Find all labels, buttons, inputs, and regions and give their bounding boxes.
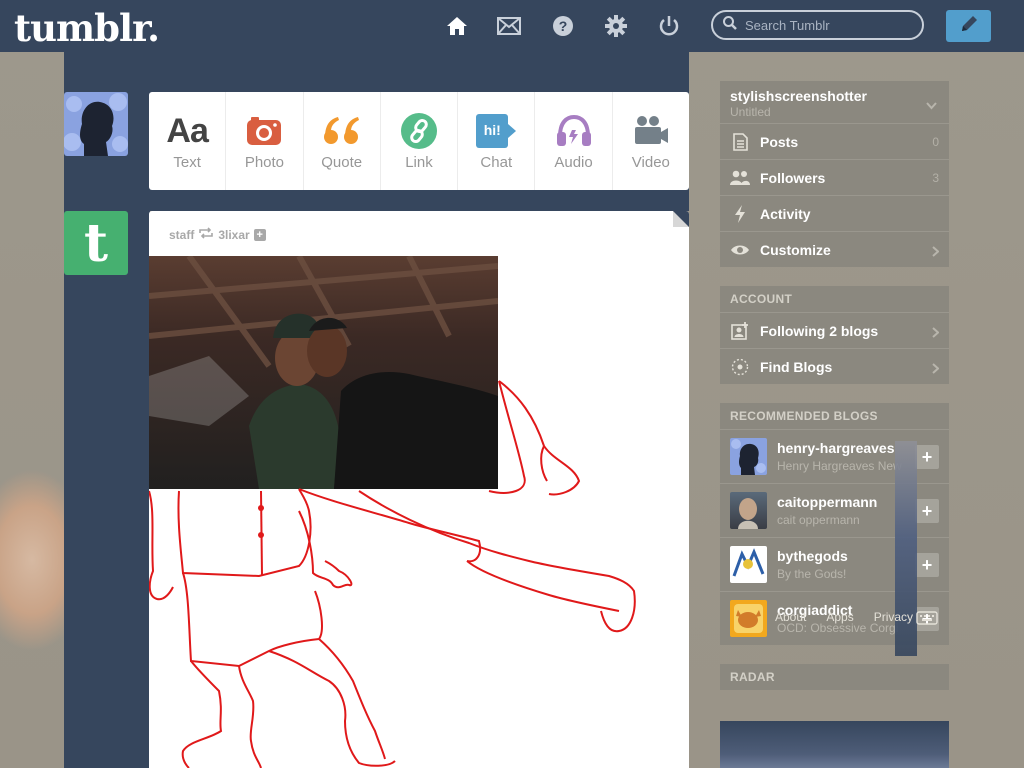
post-type-photo[interactable]: Photo — [226, 92, 304, 190]
user-avatar[interactable] — [64, 92, 128, 156]
help-icon[interactable]: ? — [551, 14, 575, 38]
keyboard-icon[interactable] — [916, 611, 938, 630]
home-icon[interactable] — [445, 14, 469, 38]
post-type-text[interactable]: Aa Text — [149, 92, 227, 190]
chat-icon: hi! — [476, 111, 517, 151]
link-icon — [400, 111, 437, 151]
power-icon[interactable] — [657, 14, 681, 38]
post-type-label: Link — [405, 154, 433, 171]
following-icon — [730, 321, 750, 341]
chevron-right-icon — [932, 361, 940, 377]
chat-badge-text: hi! — [483, 122, 501, 138]
chevron-right-icon — [932, 244, 940, 260]
sidebar-item-label: Customize — [760, 241, 831, 258]
posts-icon — [730, 132, 750, 152]
followers-icon — [730, 168, 750, 188]
search-icon — [723, 15, 737, 35]
post-type-label: Quote — [321, 154, 363, 171]
blog-title: Untitled — [730, 105, 771, 119]
radar-title: RADAR — [720, 664, 949, 690]
sidebar-item-following[interactable]: Following 2 blogs — [720, 312, 949, 348]
footer-link-privacy[interactable]: Privacy — [874, 610, 913, 624]
footer-link-apps[interactable]: Apps — [826, 610, 853, 624]
settings-icon[interactable] — [604, 14, 628, 38]
posts-count: 0 — [932, 134, 939, 149]
sidebar-item-label: Find Blogs — [760, 358, 833, 375]
search-box[interactable] — [711, 10, 924, 40]
pencil-icon — [958, 13, 980, 40]
sidebar-item-find-blogs[interactable]: Find Blogs — [720, 348, 949, 384]
camera-icon — [245, 111, 283, 151]
post-type-label: Audio — [554, 154, 593, 171]
sidebar-item-label: Posts — [760, 133, 799, 150]
account-menu: ACCOUNT Following 2 blogs Find Blogs — [720, 286, 949, 384]
dashboard-post: staff 3lixar + — [149, 211, 689, 768]
staff-avatar[interactable]: t — [64, 211, 128, 275]
followers-count: 3 — [932, 170, 939, 185]
eye-icon — [730, 240, 750, 260]
blog-avatar — [730, 546, 767, 583]
recommended-title: RECOMMENDED BLOGS — [720, 403, 949, 429]
find-blogs-icon — [730, 357, 750, 377]
headphones-icon — [555, 111, 593, 151]
post-type-quote[interactable]: Quote — [304, 92, 381, 190]
compose-button[interactable] — [946, 10, 991, 42]
svg-text:?: ? — [559, 18, 568, 34]
radar-section: RADAR — [720, 664, 949, 690]
sidebar-item-activity[interactable]: Activity — [720, 195, 949, 231]
post-type-label: Text — [173, 154, 201, 171]
post-type-label: Photo — [244, 154, 285, 171]
lightning-icon — [730, 204, 750, 224]
radar-post-preview[interactable] — [720, 721, 949, 768]
video-camera-icon — [632, 111, 670, 151]
sidebar-item-label: Followers — [760, 169, 826, 186]
post-type-link[interactable]: Link — [381, 92, 459, 190]
blog-avatar — [730, 600, 767, 637]
blog-name: stylishscreenshotter — [730, 88, 867, 104]
post-type-video[interactable]: Video — [613, 92, 689, 190]
chevron-right-icon — [932, 325, 940, 341]
footer-link-about[interactable]: About — [775, 610, 806, 624]
post-type-chat[interactable]: hi! Chat — [458, 92, 536, 190]
post-type-audio[interactable]: Audio — [535, 92, 613, 190]
blog-menu: stylishscreenshotter Untitled Posts 0 Fo… — [720, 81, 949, 267]
post-type-label: Chat — [480, 154, 513, 171]
sidebar-item-posts[interactable]: Posts 0 — [720, 123, 949, 159]
quote-icon — [322, 111, 362, 151]
blog-switcher[interactable]: stylishscreenshotter Untitled — [720, 81, 949, 123]
tumblr-logo[interactable]: tumblr. — [14, 6, 160, 50]
post-type-bar: Aa Text Photo Quote Link hi! Chat Audio … — [149, 92, 689, 190]
account-title: ACCOUNT — [720, 286, 949, 312]
blog-avatar — [730, 492, 767, 529]
text-icon: Aa — [166, 111, 208, 150]
sidebar-item-followers[interactable]: Followers 3 — [720, 159, 949, 195]
sidebar-item-label: Following 2 blogs — [760, 322, 879, 339]
red-doodle-figure — [149, 380, 636, 768]
follow-button[interactable]: + — [915, 499, 939, 523]
sidebar-item-customize[interactable]: Customize — [720, 231, 949, 267]
footer-links: About Apps Privacy — [775, 610, 913, 624]
avatar-column — [64, 52, 150, 768]
top-header: tumblr. ? — [0, 0, 1024, 52]
chevron-down-icon — [926, 97, 937, 115]
blog-avatar — [730, 438, 767, 475]
follow-button[interactable]: + — [915, 445, 939, 469]
staff-avatar-letter: t — [83, 212, 109, 274]
search-input[interactable] — [743, 16, 917, 34]
sidebar-item-label: Activity — [760, 205, 811, 222]
mail-icon[interactable] — [497, 14, 521, 38]
follow-button[interactable]: + — [915, 553, 939, 577]
post-type-label: Video — [631, 154, 670, 171]
